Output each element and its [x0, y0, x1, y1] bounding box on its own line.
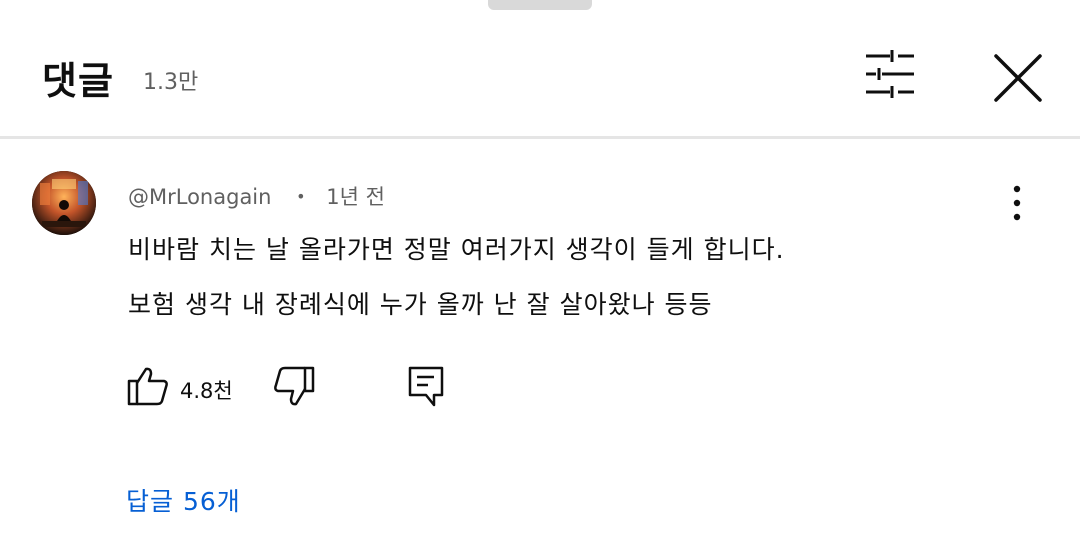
more-options-button[interactable]	[1000, 183, 1034, 223]
sliders-icon	[866, 50, 914, 98]
avatar[interactable]	[32, 171, 96, 235]
sort-filter-button[interactable]	[860, 50, 920, 100]
comments-count: 1.3만	[143, 70, 199, 95]
comment-item: @MrLonagain • 1년 전 비바람 치는 날 올라가면 정말 여러가지…	[0, 139, 1080, 557]
close-icon	[994, 54, 1042, 102]
reply-button[interactable]	[406, 365, 446, 409]
dislike-button[interactable]	[272, 365, 316, 409]
meta-separator: •	[296, 187, 306, 206]
comment-text-line: 비바람 치는 날 올라가면 정말 여러가지 생각이 들게 합니다.	[128, 235, 785, 264]
more-vert-icon	[1013, 185, 1021, 221]
comment-reply-icon	[408, 366, 444, 407]
view-replies-link[interactable]: 답글 56개	[126, 482, 241, 518]
comment-text-line: 보험 생각 내 장례식에 누가 올까 난 잘 살아왔나 등등	[128, 290, 713, 319]
comment-author[interactable]: @MrLonagain	[128, 185, 271, 209]
like-count: 4.8천	[180, 379, 233, 403]
comment-time: 1년 전	[326, 185, 385, 209]
like-button[interactable]	[126, 365, 170, 407]
thumbs-down-icon	[274, 366, 315, 406]
comments-title: 댓글	[42, 59, 114, 103]
drag-handle[interactable]	[488, 0, 592, 10]
comment-meta: @MrLonagain • 1년 전	[128, 181, 385, 211]
close-button[interactable]	[990, 50, 1046, 106]
thumbs-up-icon	[127, 367, 168, 406]
comments-header: 댓글 1.3만	[0, 10, 1080, 136]
